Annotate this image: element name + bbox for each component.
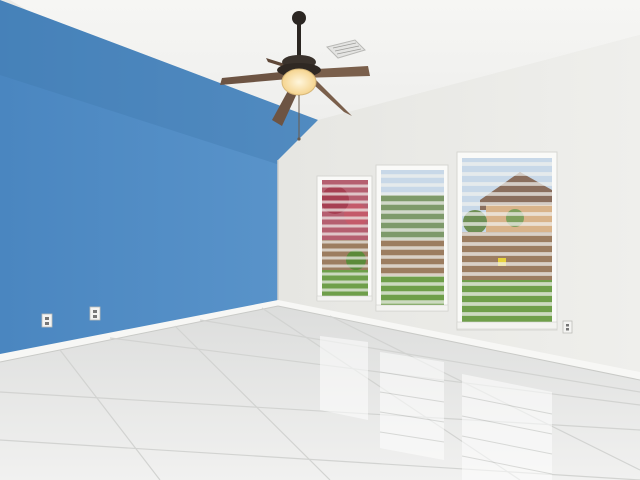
wall-outlet-left bbox=[41, 313, 53, 328]
window-middle bbox=[375, 164, 449, 312]
fan-light bbox=[281, 68, 317, 96]
window-right bbox=[456, 151, 558, 331]
wall-outlet-middle bbox=[89, 306, 101, 321]
room-illustration bbox=[0, 0, 640, 480]
window-left bbox=[316, 175, 373, 302]
room-scene bbox=[0, 0, 640, 480]
wall-outlet-right bbox=[562, 320, 573, 334]
